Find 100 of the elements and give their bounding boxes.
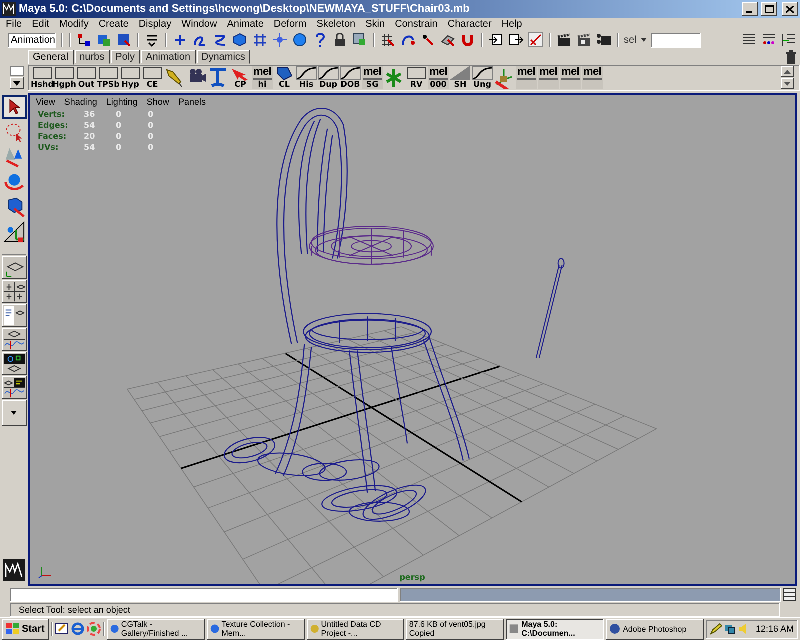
spark-icon[interactable] xyxy=(272,32,288,48)
menu-item[interactable]: Edit xyxy=(32,19,50,30)
shelf-button[interactable]: RV xyxy=(406,66,427,89)
shelf-scroll-down-button[interactable] xyxy=(781,78,794,89)
shelf-button[interactable]: CP xyxy=(230,66,251,89)
shelf-scroll-up-button[interactable] xyxy=(781,66,794,77)
grid-icon[interactable] xyxy=(252,32,268,48)
point-snap-icon[interactable] xyxy=(420,32,436,48)
selection-mode-label[interactable]: sel xyxy=(624,34,637,46)
mode-dropdown[interactable]: Animation xyxy=(8,32,56,48)
menu-item[interactable]: Display xyxy=(138,19,172,30)
menu-item[interactable]: Constrain xyxy=(395,19,438,30)
menu-item[interactable]: Create xyxy=(98,19,129,30)
shelf-button[interactable]: CE xyxy=(142,66,163,89)
magnet-icon[interactable] xyxy=(460,32,476,48)
needle-wireframe-drawing[interactable] xyxy=(536,258,565,359)
mel-script-button[interactable]: mel xyxy=(582,66,603,89)
pencil-icon[interactable] xyxy=(710,623,722,635)
shelf-tab[interactable]: nurbs xyxy=(74,50,110,64)
tool-settings-icon[interactable] xyxy=(781,32,797,48)
hierarchy-icon[interactable] xyxy=(76,32,92,48)
history-icon[interactable] xyxy=(528,32,544,48)
squiggle-icon[interactable] xyxy=(212,32,228,48)
persp-graph-layout-button[interactable] xyxy=(2,328,26,351)
taskbar-button[interactable]: Untitled Data CD Project -... xyxy=(306,618,404,640)
single-pane-layout-button[interactable] xyxy=(2,256,26,279)
shelf-button[interactable]: Out xyxy=(76,66,97,89)
network-icon[interactable] xyxy=(724,623,736,635)
taskbar-button[interactable]: Texture Collection - Mem... xyxy=(206,618,305,640)
disc-icon[interactable] xyxy=(86,622,101,636)
grid-snap-icon[interactable] xyxy=(380,32,396,48)
clapperboard-ipr-icon[interactable] xyxy=(576,32,592,48)
shelf-tab[interactable]: Dynamics xyxy=(196,50,250,64)
menu-item[interactable]: Window xyxy=(182,19,218,30)
shelf-button[interactable] xyxy=(164,66,185,89)
sphere-icon[interactable] xyxy=(292,32,308,48)
shelf-tab[interactable]: Poly xyxy=(110,50,140,64)
menu-item[interactable]: Animate xyxy=(227,19,264,30)
menu-item[interactable]: Deform xyxy=(274,19,307,30)
selection-input-field[interactable] xyxy=(650,32,701,48)
shelf-button[interactable]: Dup xyxy=(318,66,339,89)
menu-item[interactable]: Help xyxy=(502,19,522,30)
select-icon[interactable] xyxy=(352,32,368,48)
outliner-persp-layout-button[interactable] xyxy=(2,304,26,327)
menu-item[interactable]: File xyxy=(6,19,22,30)
close-button[interactable] xyxy=(782,2,798,16)
panel-menu-item[interactable]: Shading xyxy=(64,96,98,106)
start-button[interactable]: Start xyxy=(2,618,49,640)
plus-icon[interactable] xyxy=(172,32,188,48)
hypershade-persp-layout-button[interactable] xyxy=(2,352,26,375)
four-pane-layout-button[interactable] xyxy=(2,280,26,303)
object-mode-icon[interactable] xyxy=(96,32,112,48)
shelf-button[interactable]: Ung xyxy=(472,66,493,89)
panel-menu-item[interactable]: View xyxy=(36,96,56,106)
trash-icon[interactable] xyxy=(785,50,797,64)
shelf-button[interactable]: SH xyxy=(450,66,471,89)
shelf-button[interactable]: His xyxy=(296,66,317,89)
lock-icon[interactable] xyxy=(332,32,348,48)
menu-item[interactable]: Skin xyxy=(366,19,386,30)
panel-menu-item[interactable]: Panels xyxy=(178,96,206,106)
cube-icon[interactable] xyxy=(232,32,248,48)
menu-item[interactable]: Character xyxy=(448,19,492,30)
menu-item[interactable]: Skeleton xyxy=(316,19,356,30)
mel-script-button[interactable]: mel xyxy=(516,66,537,89)
shelf-button[interactable]: DOB xyxy=(340,66,361,89)
menu-item[interactable]: Modify xyxy=(59,19,89,30)
taskbar-button[interactable]: Maya 5.0: C:\Documen... xyxy=(506,618,604,640)
shelf-button[interactable]: Hgph xyxy=(54,66,75,89)
browser-icon[interactable] xyxy=(70,622,85,636)
shelf-tab[interactable]: Animation xyxy=(141,50,196,64)
minimize-button[interactable] xyxy=(742,2,758,16)
perspective-viewport[interactable]: View Shading Lighting Show Panels Verts: 36 0 0 Edges: 54 0 0 Faces: 20 0 0 UVs: 54 0 0 persp xyxy=(28,93,797,586)
shelf-tab[interactable]: General xyxy=(28,50,74,65)
shelf-button[interactable]: TPSb xyxy=(98,66,119,89)
mel-script-button[interactable]: mel SG xyxy=(362,66,383,89)
mel-script-button[interactable]: mel hi xyxy=(252,66,273,89)
maximize-button[interactable] xyxy=(761,2,777,16)
mel-script-button[interactable]: mel xyxy=(538,66,559,89)
app-icon xyxy=(2,2,16,16)
panel-menu-item[interactable]: Show xyxy=(146,96,170,106)
select-tool-button[interactable] xyxy=(2,95,26,119)
input-icon[interactable] xyxy=(488,32,504,48)
shelf-menu-button[interactable] xyxy=(10,77,24,89)
mel-script-button[interactable]: mel xyxy=(560,66,581,89)
command-input-field[interactable] xyxy=(10,588,398,602)
taskbar-button[interactable]: 87.6 KB of vent05.jpg Copied xyxy=(406,618,504,640)
layout-menu-button[interactable] xyxy=(2,400,26,426)
shelf-button[interactable]: Hshd xyxy=(32,66,53,89)
panel-menu-item[interactable]: Lighting xyxy=(106,96,138,106)
mel-script-button[interactable]: mel 000 xyxy=(428,66,449,89)
taskbar-button[interactable]: CGTalk - Gallery/Finished ... xyxy=(106,618,205,640)
component-mode-icon[interactable] xyxy=(116,32,132,48)
clapperboard-icon[interactable] xyxy=(556,32,572,48)
shelf-button[interactable]: Hyp xyxy=(120,66,141,89)
render-settings-icon[interactable] xyxy=(596,32,612,48)
chair-wireframe-drawing[interactable] xyxy=(224,108,470,522)
persp-outliner-graph-layout-button[interactable] xyxy=(2,376,26,399)
script-editor-icon[interactable] xyxy=(783,588,797,602)
taskbar-button[interactable]: Adobe Photoshop xyxy=(606,618,704,640)
output-icon[interactable] xyxy=(508,32,524,48)
